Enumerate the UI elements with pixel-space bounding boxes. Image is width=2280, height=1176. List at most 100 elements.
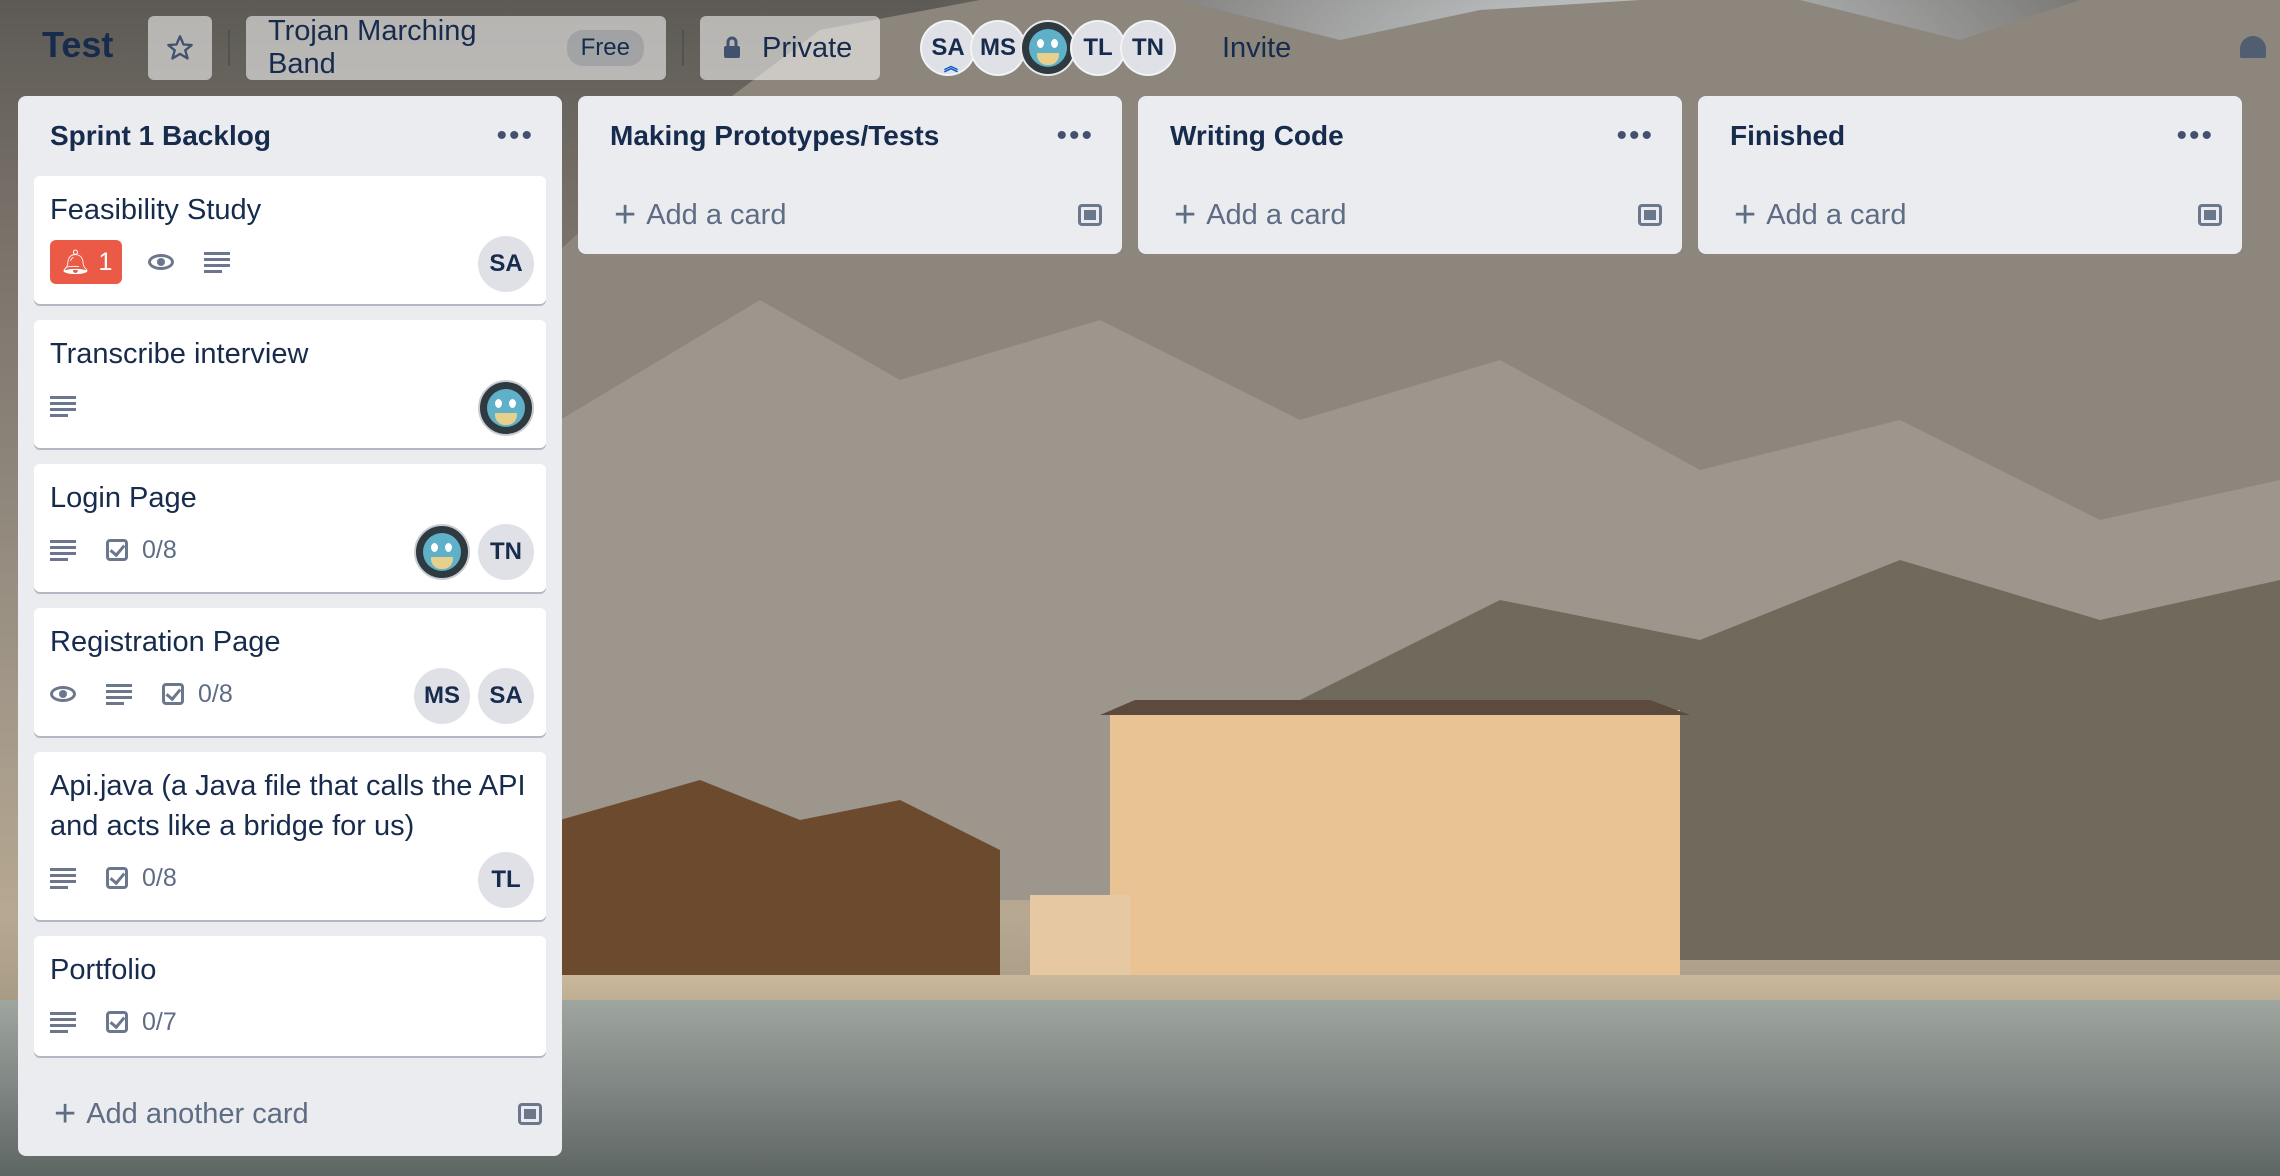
add-card-button[interactable]: + Add a card [1698,176,2242,254]
notification-count: 1 [98,247,113,276]
checklist-icon [106,1011,128,1033]
list-making-prototypes-tests: Making Prototypes/Tests ••• + Add a card [578,96,1122,254]
add-another-card-button[interactable]: + Add another card [18,1072,562,1156]
list-header: Sprint 1 Backlog ••• [18,96,562,176]
description-badge [106,684,132,705]
checklist-icon [162,683,184,705]
list-title[interactable]: Writing Code [1170,120,1344,152]
bell-icon: 🔔︎ [60,248,91,276]
card-member-avatar-image[interactable] [414,524,470,580]
notification-badge[interactable]: 🔔︎ 1 [50,240,123,284]
add-card-left: + Add a card [1174,194,1346,237]
card[interactable]: Api.java (a Java file that calls the API… [34,752,546,920]
description-badge [50,868,76,889]
board-members: SA ︽ MS TL TN [920,20,1176,76]
lock-icon [724,36,740,58]
card-badges: 0/7 [50,1000,530,1044]
star-button[interactable] [148,16,212,80]
board-header: Test Trojan Marching Band Free Private S… [0,0,2280,96]
card-title: Api.java (a Java file that calls the API… [50,770,526,842]
description-icon [50,868,76,889]
checklist-icon [106,867,128,889]
list-header: Making Prototypes/Tests ••• [578,96,1122,176]
member-avatar[interactable]: MS [970,20,1026,76]
checklist-badge: 0/8 [106,536,177,565]
description-icon [50,1012,76,1033]
description-icon [204,252,231,273]
workspace-name: Trojan Marching Band [268,15,477,80]
card[interactable]: Transcribe interview [34,320,546,448]
card-member-avatar[interactable]: TN [478,524,534,580]
card[interactable]: Feasibility Study 🔔︎ 1 SA [34,176,546,304]
add-card-left: + Add another card [54,1093,309,1136]
card-badges: 0/8 [50,856,530,900]
watching-badge [148,254,175,270]
card[interactable]: Registration Page 0/8 MS SA [34,608,546,736]
member-avatar[interactable]: SA ︽ [920,20,976,76]
card-member-avatar[interactable]: SA [478,668,534,724]
turtle-avatar-icon [1029,29,1067,67]
description-icon [106,684,132,705]
card-title: Registration Page [50,626,281,658]
visibility-button[interactable]: Private [700,16,880,80]
add-card-left: + Add a card [614,194,786,237]
list-header: Writing Code ••• [1138,96,1682,176]
header-divider [682,30,684,66]
plus-icon: + [614,193,637,236]
checklist-count: 0/7 [142,1007,177,1036]
description-badge [50,396,76,417]
list-title[interactable]: Making Prototypes/Tests [610,120,939,152]
add-card-button[interactable]: + Add a card [1138,176,1682,254]
member-avatar-image[interactable] [1020,20,1076,76]
header-divider [228,30,230,66]
description-badge [204,252,231,273]
card-badges [50,384,530,428]
card-member-avatar[interactable]: SA [478,236,534,292]
plus-icon: + [1174,193,1197,236]
card-template-icon[interactable] [2198,204,2222,226]
more-horizontal-icon[interactable]: ••• [1044,119,1106,153]
eye-icon [50,686,76,702]
card-template-icon[interactable] [1078,204,1102,226]
workspace-plan-badge: Free [566,30,644,66]
member-avatar[interactable]: TL [1070,20,1126,76]
add-card-label: Add a card [1766,198,1907,231]
card[interactable]: Portfolio 0/7 [34,936,546,1056]
turtle-avatar-icon [423,533,461,571]
board-title[interactable]: Test [42,24,113,66]
description-icon [50,540,76,561]
invite-button[interactable]: Invite [1206,16,1307,80]
star-icon [167,35,193,60]
card-members: SA [470,236,534,292]
add-card-label: Add a card [646,198,787,231]
checklist-count: 0/8 [142,535,177,564]
list-writing-code: Writing Code ••• + Add a card [1138,96,1682,254]
member-avatar[interactable]: TN [1120,20,1176,76]
card-template-icon[interactable] [1638,204,1662,226]
card-member-avatar[interactable]: MS [414,668,470,724]
eye-icon [148,254,175,270]
description-badge [50,540,76,561]
card-template-icon[interactable] [518,1103,542,1125]
more-horizontal-icon[interactable]: ••• [2164,119,2226,153]
more-horizontal-icon[interactable]: ••• [1604,119,1666,153]
add-card-label: Add a card [1206,198,1347,231]
more-horizontal-icon[interactable]: ••• [484,119,546,153]
card-member-avatar-image[interactable] [478,380,534,436]
card-members [470,380,534,436]
card-member-avatar[interactable]: TL [478,852,534,908]
list-title[interactable]: Finished [1730,120,1845,152]
checklist-badge: 0/8 [106,864,177,893]
list-title[interactable]: Sprint 1 Backlog [50,120,271,152]
checklist-badge: 0/7 [106,1008,177,1037]
turtle-avatar-icon [487,389,525,427]
description-icon [50,396,76,417]
workspace-button[interactable]: Trojan Marching Band Free [246,15,666,80]
card-title: Portfolio [50,954,157,986]
admin-chevron-icon: ︽ [944,58,958,74]
add-card-button[interactable]: + Add a card [578,176,1122,254]
card-title: Login Page [50,482,197,514]
list-finished: Finished ••• + Add a card [1698,96,2242,254]
header-menu-icon[interactable] [2240,36,2266,58]
card[interactable]: Login Page 0/8 TN [34,464,546,592]
